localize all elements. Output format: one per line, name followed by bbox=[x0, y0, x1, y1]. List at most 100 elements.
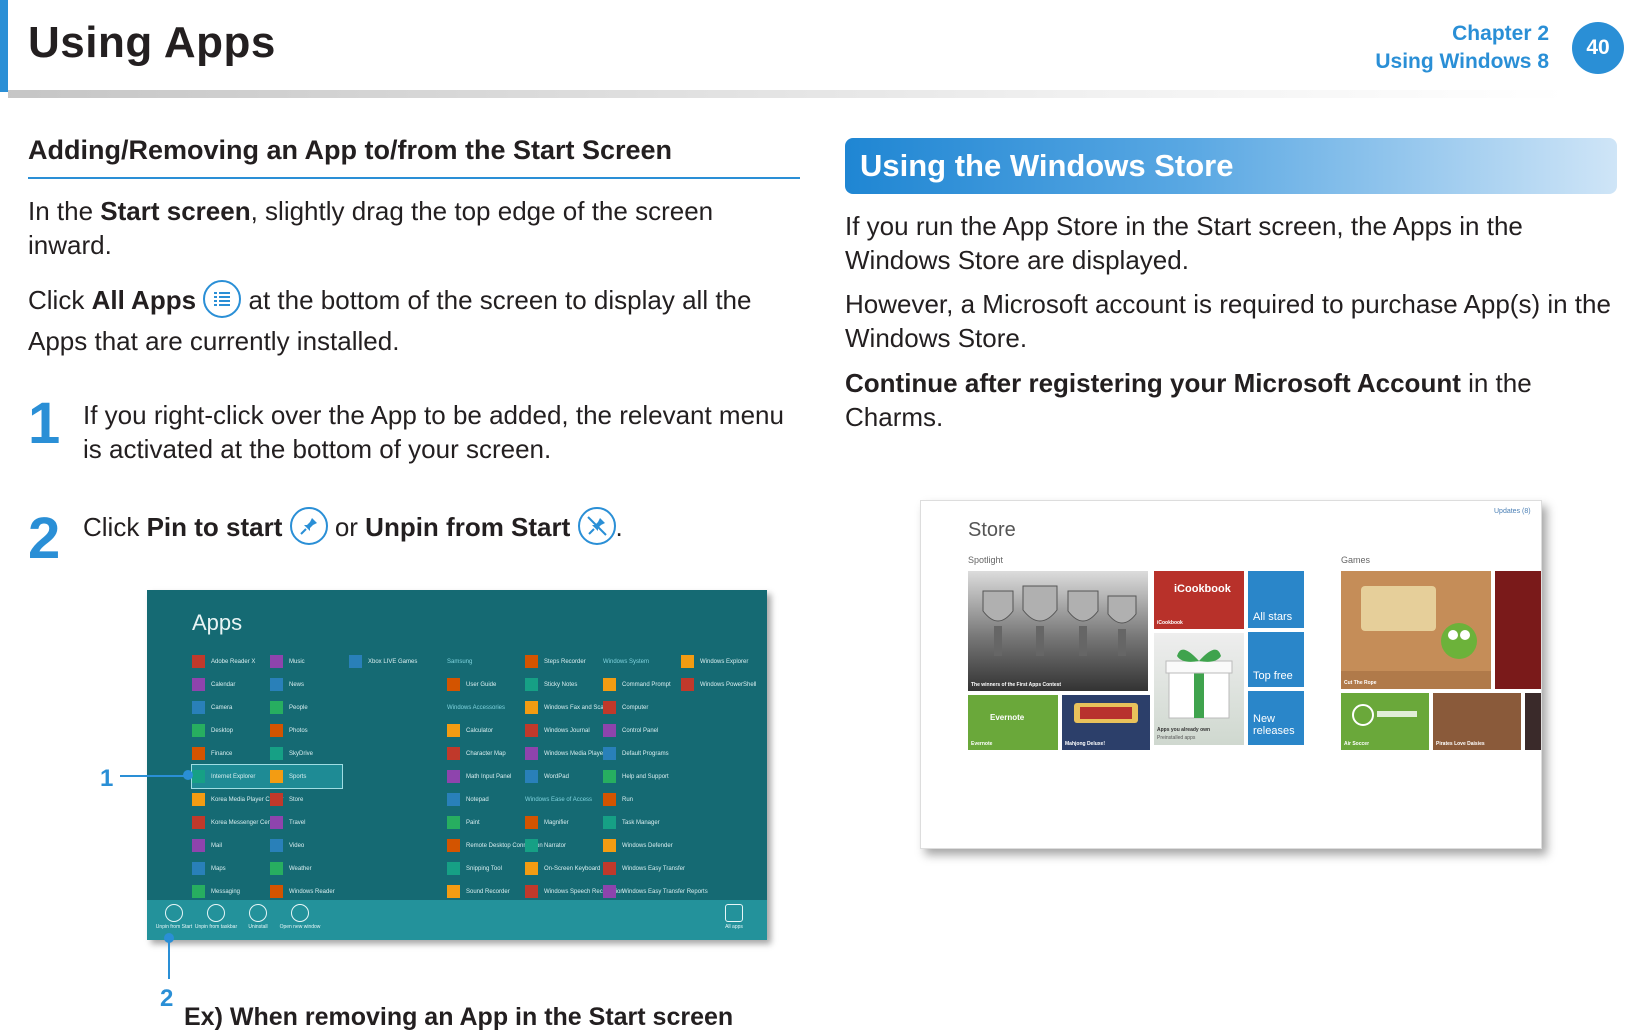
app-icon bbox=[525, 724, 538, 737]
app-tile[interactable]: Windows Easy Transfer bbox=[603, 857, 753, 880]
app-tile[interactable]: Control Panel bbox=[603, 719, 753, 742]
app-label: Control Panel bbox=[622, 727, 659, 734]
game-tile-partial[interactable] bbox=[1525, 693, 1541, 750]
app-tile[interactable]: Video bbox=[270, 834, 420, 857]
paragraph-microsoft-account: However, a Microsoft account is required… bbox=[845, 289, 1611, 353]
mahjong-logo-icon bbox=[1074, 703, 1138, 723]
app-icon bbox=[525, 655, 538, 668]
new-window-icon bbox=[291, 904, 309, 922]
paragraph-charms: Continue after registering your Microsof… bbox=[845, 366, 1625, 434]
app-label: News bbox=[289, 681, 305, 688]
app-tile[interactable]: News bbox=[270, 673, 420, 696]
app-tile[interactable]: Travel bbox=[270, 811, 420, 834]
app-label: Math Input Panel bbox=[466, 773, 512, 780]
updates-link[interactable]: Updates (8) bbox=[1494, 508, 1531, 515]
app-tile[interactable]: Run bbox=[603, 788, 753, 811]
app-tile[interactable]: Store bbox=[270, 788, 420, 811]
unpin-icon bbox=[165, 904, 183, 922]
app-tile[interactable]: Photos bbox=[270, 719, 420, 742]
paragraph-start-screen: In the Start screen, slightly drag the t… bbox=[28, 194, 768, 262]
app-label: Finance bbox=[211, 750, 233, 757]
app-label: Help and Support bbox=[622, 773, 669, 780]
header-divider bbox=[8, 90, 1568, 98]
app-icon bbox=[603, 793, 616, 806]
app-icon bbox=[270, 678, 283, 691]
new-releases-tile[interactable]: New releases bbox=[1248, 691, 1304, 745]
app-icon bbox=[270, 862, 283, 875]
callout-line bbox=[120, 775, 187, 777]
store-screenshot: Store Updates (8) Spotlight Games The wi… bbox=[920, 500, 1542, 849]
apps-you-own-tile[interactable]: Apps you already own Preinstalled apps bbox=[1154, 633, 1244, 745]
app-label: Windows Media Player bbox=[544, 750, 606, 757]
all-stars-tile[interactable]: All stars bbox=[1248, 571, 1304, 628]
app-icon bbox=[603, 885, 616, 898]
chapter-number: Chapter 2 bbox=[1452, 22, 1549, 45]
app-label: Internet Explorer bbox=[211, 773, 256, 780]
evernote-tile[interactable]: Evernote Evernote bbox=[968, 695, 1058, 750]
app-icon bbox=[447, 862, 460, 875]
app-label: Calendar bbox=[211, 681, 236, 688]
app-tile[interactable]: Weather bbox=[270, 857, 420, 880]
cut-the-rope-art-icon bbox=[1341, 571, 1491, 671]
chapter-label: Chapter 2 Using Windows 8 bbox=[1375, 20, 1549, 76]
app-tile[interactable]: Computer bbox=[603, 696, 753, 719]
section-heading: Using the Windows Store bbox=[860, 148, 1234, 183]
app-icon bbox=[525, 862, 538, 875]
apps-screenshot: Apps Adobe Reader X Calendar Camera Desktop… bbox=[147, 590, 767, 940]
tile-label: Evernote bbox=[971, 741, 993, 747]
app-icon bbox=[447, 793, 460, 806]
app-icon bbox=[270, 816, 283, 829]
app-tile[interactable]: Task Manager bbox=[603, 811, 753, 834]
all-apps-button[interactable]: All apps bbox=[709, 904, 759, 930]
app-icon bbox=[681, 655, 694, 668]
app-label: Windows Defender bbox=[622, 842, 673, 849]
text: or bbox=[327, 512, 366, 542]
game-tile-partial[interactable] bbox=[1495, 571, 1541, 689]
winners-tile[interactable]: The winners of the First Apps Contest bbox=[968, 571, 1148, 691]
app-tile[interactable]: People bbox=[270, 696, 420, 719]
app-tile[interactable]: Default Programs bbox=[603, 742, 753, 765]
pirates-tile[interactable]: Pirates Love Daisies bbox=[1433, 693, 1521, 750]
tile-label: The winners of the First Apps Contest bbox=[971, 682, 1062, 688]
paragraph-all-apps: Click All Apps at the bottom of the scre… bbox=[28, 280, 788, 361]
app-icon bbox=[603, 816, 616, 829]
app-tile[interactable]: Help and Support bbox=[603, 765, 753, 788]
app-label: Sound Recorder bbox=[466, 888, 510, 895]
app-tile[interactable]: Windows PowerShell bbox=[681, 673, 767, 696]
air-soccer-tile[interactable]: Air Soccer bbox=[1341, 693, 1429, 750]
figure-caption: Ex) When removing an App in the Start sc… bbox=[184, 1003, 734, 1031]
app-tile[interactable]: Windows Defender bbox=[603, 834, 753, 857]
app-icon bbox=[192, 655, 205, 668]
app-icon bbox=[192, 816, 205, 829]
app-label: Windows Easy Transfer Reports bbox=[622, 888, 708, 895]
open-new-window-button[interactable]: Open new window bbox=[275, 904, 325, 930]
app-icon bbox=[192, 770, 205, 783]
app-icon bbox=[192, 839, 205, 852]
chapter-title: Using Windows 8 bbox=[1375, 50, 1549, 73]
app-icon bbox=[447, 678, 460, 691]
app-tile[interactable]: Sports bbox=[270, 765, 420, 788]
tile-sublabel: Preinstalled apps bbox=[1157, 735, 1196, 741]
cut-the-rope-tile[interactable]: Cut The Rope bbox=[1341, 571, 1491, 689]
app-label: Windows Explorer bbox=[700, 658, 749, 665]
icookbook-tile[interactable]: iCookbook iCookbook bbox=[1154, 571, 1244, 629]
unpin-taskbar-icon bbox=[207, 904, 225, 922]
app-label: Store bbox=[289, 796, 304, 803]
evernote-logo: Evernote bbox=[990, 713, 1025, 722]
app-tile[interactable]: SkyDrive bbox=[270, 742, 420, 765]
app-label: Mail bbox=[211, 842, 223, 849]
app-label: Sports bbox=[289, 773, 307, 780]
button-label: Open new window bbox=[279, 924, 321, 930]
app-tile[interactable]: Windows Explorer bbox=[681, 650, 767, 673]
page-number-badge: 40 bbox=[1572, 22, 1624, 74]
mahjong-tile[interactable]: Mahjong Deluxe! bbox=[1062, 695, 1150, 750]
app-label: Video bbox=[289, 842, 305, 849]
app-label: Travel bbox=[289, 819, 306, 826]
top-free-tile[interactable]: Top free bbox=[1248, 632, 1304, 687]
apps-column: Music News People Photos SkyDrive Sports Store… bbox=[270, 650, 420, 903]
pin-icon bbox=[289, 507, 328, 546]
callout-line bbox=[168, 937, 170, 979]
app-icon bbox=[270, 701, 283, 714]
app-label: Computer bbox=[622, 704, 649, 711]
app-icon bbox=[192, 747, 205, 760]
